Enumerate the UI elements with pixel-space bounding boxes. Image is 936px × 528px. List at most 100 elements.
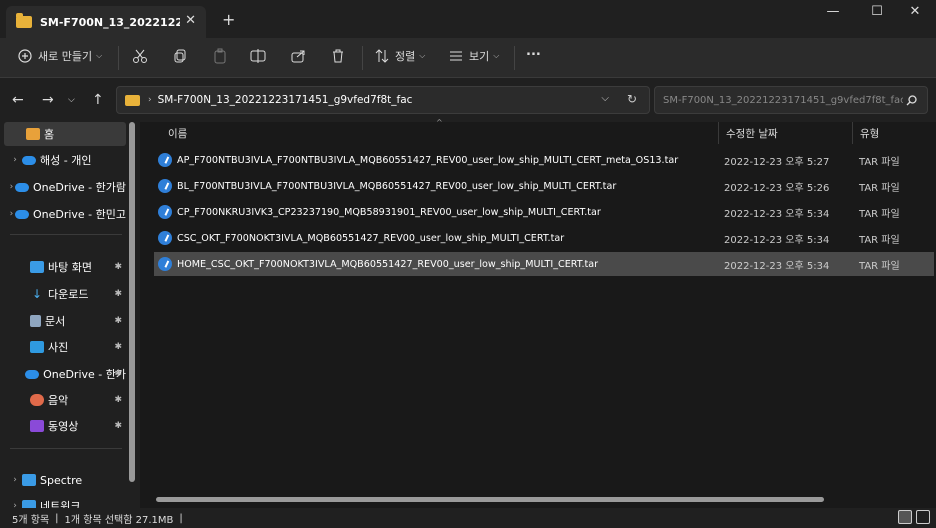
sidebar-item-onedrive-pinned[interactable]: OneDrive - 한가 ✱	[0, 362, 126, 386]
expand-chevron-icon[interactable]: ›	[8, 155, 22, 165]
sidebar-item-home[interactable]: 홈	[4, 122, 126, 146]
more-options-button[interactable]: ...	[526, 44, 541, 59]
tab-current-folder[interactable]: SM-F700N_13_20221223171451_g9vfed7f8t_fa…	[6, 6, 206, 38]
recent-locations-chevron-icon[interactable]: ⌵	[68, 95, 75, 105]
up-arrow-icon[interactable]: ↑	[92, 92, 104, 108]
divider	[514, 46, 515, 70]
expand-chevron-icon[interactable]: ›	[8, 501, 22, 508]
sidebar-item-onedrive-hanmin[interactable]: › OneDrive - 한민고	[0, 202, 126, 226]
breadcrumb-path[interactable]: SM-F700N_13_20221223171451_g9vfed7f8t_fa…	[158, 94, 413, 106]
file-type: TAR 파일	[859, 234, 900, 246]
search-placeholder: SM-F700N_13_20221223171451_g9vfed7f8t_fa…	[663, 94, 903, 106]
onedrive-icon	[25, 369, 40, 379]
search-box[interactable]: SM-F700N_13_20221223171451_g9vfed7f8t_fa…	[654, 86, 928, 114]
pin-icon[interactable]: ✱	[114, 289, 122, 299]
status-bar: 5개 항목 | 1개 항목 선택함 27.1MB |	[0, 508, 936, 528]
sidebar-item-desktop[interactable]: 바탕 화면 ✱	[0, 255, 126, 279]
file-row[interactable]: CP_F700NKRU3IVK3_CP23237190_MQB58931901_…	[154, 200, 934, 224]
pc-icon	[22, 474, 36, 486]
status-divider: |	[179, 512, 183, 524]
pin-icon[interactable]: ✱	[114, 421, 122, 431]
chevron-down-icon: ⌵	[493, 51, 500, 60]
file-date: 2022-12-23 오후 5:27	[724, 156, 830, 168]
sort-button[interactable]: 정렬 ⌵	[374, 48, 425, 64]
search-icon[interactable]	[906, 95, 917, 106]
column-header-name[interactable]: 이름	[168, 122, 187, 144]
tar-file-icon	[158, 153, 172, 167]
sidebar-item-label: OneDrive - 한민고	[32, 208, 126, 221]
copy-button[interactable]	[172, 48, 188, 64]
paste-button[interactable]	[212, 48, 228, 64]
sidebar-item-label: OneDrive - 한가람	[32, 181, 126, 194]
sidebar-item-personal-onedrive[interactable]: › 해성 - 개인	[0, 148, 126, 172]
pin-icon[interactable]: ✱	[114, 395, 122, 405]
refresh-icon[interactable]: ↻	[627, 92, 637, 106]
forward-arrow-icon[interactable]: →	[42, 92, 54, 108]
file-name: BL_F700NTBU3IVLA_F700NTBU3IVLA_MQB605514…	[177, 180, 617, 192]
sidebar-item-pictures[interactable]: 사진 ✱	[0, 335, 126, 359]
pin-icon[interactable]: ✱	[114, 342, 122, 352]
scissors-icon	[133, 49, 147, 63]
column-divider[interactable]	[718, 122, 719, 144]
file-list: 이름 ^ 수정한 날짜 유형 AP_F700NTBU3IVLA_F700NTBU…	[140, 118, 936, 508]
onedrive-icon	[14, 182, 29, 192]
address-bar[interactable]: › SM-F700N_13_20221223171451_g9vfed7f8t_…	[116, 86, 650, 114]
column-header-date[interactable]: 수정한 날짜	[726, 122, 778, 144]
details-view-icon[interactable]	[898, 510, 912, 524]
file-row[interactable]: BL_F700NTBU3IVLA_F700NTBU3IVLA_MQB605514…	[154, 174, 934, 198]
cut-button[interactable]	[132, 48, 148, 64]
sidebar-item-label: 동영상	[48, 420, 79, 433]
delete-button[interactable]	[330, 48, 346, 64]
sidebar-item-downloads[interactable]: ↓ 다운로드 ✱	[0, 282, 126, 306]
new-button[interactable]: 새로 만들기 ⌵	[18, 48, 102, 64]
pictures-icon	[30, 341, 44, 353]
tiles-view-icon[interactable]	[916, 510, 930, 524]
file-name: CSC_OKT_F700NOKT3IVLA_MQB60551427_REV00_…	[177, 232, 565, 244]
address-dropdown-icon[interactable]: ⌵	[601, 93, 609, 104]
pin-icon[interactable]: ✱	[114, 369, 122, 379]
plus-circle-icon	[18, 49, 32, 63]
sidebar-item-label: 바탕 화면	[48, 261, 92, 274]
breadcrumb-chevron-icon[interactable]: ›	[148, 95, 152, 105]
pin-icon[interactable]: ✱	[114, 316, 122, 326]
view-list-icon	[450, 51, 462, 61]
expand-chevron-icon[interactable]: ›	[8, 209, 15, 219]
chevron-down-icon: ⌵	[419, 51, 426, 60]
sidebar-item-onedrive-hangaram[interactable]: › OneDrive - 한가람	[0, 175, 126, 199]
file-row[interactable]: CSC_OKT_F700NOKT3IVLA_MQB60551427_REV00_…	[154, 226, 934, 250]
sidebar-item-videos[interactable]: 동영상 ✱	[0, 414, 126, 438]
sidebar-item-label: 홈	[44, 128, 55, 141]
share-button[interactable]	[290, 48, 306, 64]
sidebar-item-network[interactable]: › 네트워크	[0, 494, 126, 508]
back-arrow-icon[interactable]: ←	[12, 92, 24, 108]
new-tab-button[interactable]: +	[222, 10, 235, 29]
horizontal-scrollbar[interactable]	[156, 497, 824, 502]
close-button[interactable]: ✕	[900, 4, 930, 19]
file-name: CP_F700NKRU3IVK3_CP23237190_MQB58931901_…	[177, 206, 601, 218]
sidebar-item-documents[interactable]: 문서 ✱	[0, 309, 126, 333]
maximize-button[interactable]: ☐	[862, 4, 892, 19]
view-button[interactable]: 보기 ⌵	[448, 48, 499, 64]
column-header-type[interactable]: 유형	[860, 122, 879, 144]
expand-chevron-icon[interactable]: ›	[8, 475, 22, 485]
tab-close-icon[interactable]: ✕	[185, 13, 196, 28]
item-count: 5개 항목	[12, 514, 50, 526]
share-icon	[291, 50, 305, 63]
sidebar-scrollbar[interactable]	[129, 122, 135, 482]
expand-chevron-icon[interactable]: ›	[8, 182, 15, 192]
copy-icon	[174, 49, 186, 63]
status-divider: |	[55, 512, 59, 524]
minimize-button[interactable]: —	[818, 4, 848, 19]
sidebar-item-music[interactable]: 음악 ✱	[0, 388, 126, 412]
column-divider[interactable]	[852, 122, 853, 144]
sidebar-item-this-pc[interactable]: › Spectre	[0, 468, 126, 492]
file-type: TAR 파일	[859, 156, 900, 168]
sidebar-item-label: Spectre	[40, 473, 83, 487]
pin-icon[interactable]: ✱	[114, 262, 122, 272]
rename-button[interactable]	[250, 48, 266, 64]
file-date: 2022-12-23 오후 5:34	[724, 208, 830, 220]
file-row-selected[interactable]: HOME_CSC_OKT_F700NOKT3IVLA_MQB60551427_R…	[154, 252, 934, 276]
file-row[interactable]: AP_F700NTBU3IVLA_F700NTBU3IVLA_MQB605514…	[154, 148, 934, 172]
videos-icon	[30, 420, 44, 432]
file-type: TAR 파일	[859, 260, 900, 272]
